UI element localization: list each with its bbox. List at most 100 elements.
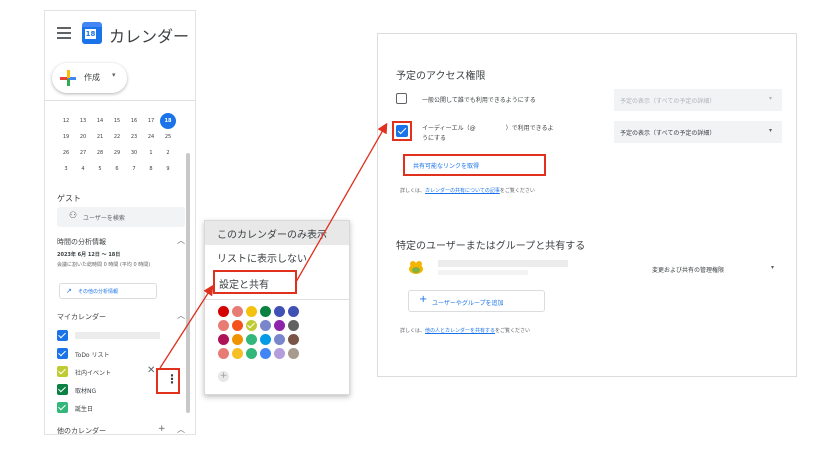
mini-calendar-day[interactable]: 1	[143, 145, 159, 161]
color-row	[218, 306, 318, 319]
mini-calendar-day[interactable]: 20	[75, 129, 91, 145]
people-icon: ⚇	[69, 211, 78, 221]
mini-calendar-day[interactable]: 2	[160, 145, 176, 161]
chevron-up-icon[interactable]: ︿	[177, 235, 185, 246]
color-swatch[interactable]	[274, 306, 285, 317]
other-calendars-title: 他のカレンダー	[57, 427, 106, 435]
color-swatch[interactable]	[260, 348, 271, 359]
mini-calendar-day[interactable]: 16	[126, 113, 142, 129]
mini-calendar-day[interactable]: 6	[109, 161, 125, 177]
get-shareable-link-button[interactable]: 共有可能なリンクを取得	[403, 154, 546, 176]
mini-calendar-day[interactable]: 4	[75, 161, 91, 177]
checkbox[interactable]	[57, 366, 68, 377]
color-swatch[interactable]	[260, 306, 271, 317]
mini-calendar-day[interactable]: 8	[143, 161, 159, 177]
public-checkbox[interactable]	[396, 93, 407, 104]
color-swatch[interactable]	[246, 348, 257, 359]
share-help-link[interactable]: 他の人とカレンダーを共有する	[425, 328, 495, 334]
menu-item-settings-and-sharing[interactable]: 設定と共有	[213, 270, 297, 294]
add-calendar-icon[interactable]: +	[158, 424, 166, 434]
mini-calendar-day[interactable]: 14	[92, 113, 108, 129]
color-swatch[interactable]	[232, 306, 243, 317]
mini-calendar-day[interactable]: 5	[92, 161, 108, 177]
add-people-button[interactable]: + ユーザーやグループを追加	[408, 290, 545, 312]
mini-calendar-day[interactable]: 9	[160, 161, 176, 177]
color-swatch[interactable]	[218, 348, 229, 359]
org-permission-dropdown[interactable]: 予定の表示（すべての予定の詳細） ▾	[614, 121, 782, 143]
color-swatch[interactable]	[260, 334, 271, 345]
color-swatch[interactable]	[260, 320, 271, 331]
add-people-label: ユーザーやグループを追加	[432, 300, 504, 307]
chevron-down-icon: ▾	[769, 95, 773, 102]
color-swatch[interactable]	[274, 320, 285, 331]
mini-calendar-day[interactable]: 17	[143, 113, 159, 129]
color-swatch[interactable]	[232, 320, 243, 331]
create-label: 作成	[84, 73, 100, 82]
org-access-row: イーディーエル（@ ）で利用できるよ うにする 予定の表示（すべての予定の詳細） …	[392, 119, 786, 147]
trend-icon: ↗	[66, 287, 72, 295]
color-swatch[interactable]	[246, 334, 257, 345]
mini-calendar-day[interactable]: 26	[58, 145, 74, 161]
mini-calendar-day[interactable]: 21	[92, 129, 108, 145]
checkbox[interactable]	[57, 330, 68, 341]
color-swatch[interactable]	[288, 348, 299, 359]
user-search-input[interactable]: ⚇ ユーザーを検索	[57, 207, 185, 227]
sharing-article-link[interactable]: カレンダーの共有についての記事	[425, 188, 500, 194]
more-analytics-button[interactable]: ↗ その他の分析情報	[59, 283, 157, 299]
color-swatch[interactable]	[218, 320, 229, 331]
color-swatch[interactable]	[288, 306, 299, 317]
hamburger-menu-icon[interactable]	[57, 27, 71, 39]
color-swatch[interactable]	[288, 334, 299, 345]
checkbox[interactable]	[57, 384, 68, 395]
add-custom-color-icon[interactable]: +	[218, 371, 229, 382]
close-icon[interactable]: ✕	[147, 365, 155, 376]
mini-calendar-day[interactable]: 23	[126, 129, 142, 145]
mini-calendar-day[interactable]: 30	[126, 145, 142, 161]
org-checkbox[interactable]	[396, 125, 408, 137]
chevron-up-icon[interactable]: ︿	[177, 310, 185, 321]
user-permission-dropdown[interactable]: 変更および共有の管理権限 ▾	[616, 258, 784, 280]
mini-calendar-day[interactable]: 3	[58, 161, 74, 177]
mini-calendar-day[interactable]: 13	[75, 113, 91, 129]
calendar-options-button[interactable]: ⋮	[156, 368, 180, 394]
mini-calendar-day[interactable]: 12	[58, 113, 74, 129]
scrollbar[interactable]	[186, 153, 190, 413]
color-swatch[interactable]	[274, 334, 285, 345]
calendar-settings-panel: 予定のアクセス権限 一般公開して誰でも利用できるようにする 予定の表示（すべての…	[377, 33, 797, 377]
calendar-item-todo[interactable]: ToDo リスト	[57, 347, 187, 361]
mini-calendar-day[interactable]: 18	[160, 113, 176, 129]
mini-calendar-day[interactable]: 19	[58, 129, 74, 145]
divider	[45, 100, 195, 101]
chevron-down-icon: ▾	[112, 71, 116, 79]
color-row	[218, 320, 318, 333]
mini-calendar-day[interactable]: 24	[143, 129, 159, 145]
color-swatch[interactable]	[288, 320, 299, 331]
checkbox[interactable]	[57, 402, 68, 413]
menu-item-display-only[interactable]: このカレンダーのみ表示	[205, 221, 349, 245]
mini-calendar-day[interactable]: 22	[109, 129, 125, 145]
color-swatch[interactable]	[246, 306, 257, 317]
dropdown-value: 変更および共有の管理権限	[652, 267, 725, 274]
mini-calendar-day[interactable]: 27	[75, 145, 91, 161]
calendar-item-redacted[interactable]	[57, 329, 187, 343]
checkbox[interactable]	[57, 348, 68, 359]
mini-calendar-day[interactable]: 25	[160, 129, 176, 145]
color-swatch[interactable]	[232, 334, 243, 345]
mini-calendar-day[interactable]: 7	[126, 161, 142, 177]
mini-calendar-day[interactable]: 29	[109, 145, 125, 161]
calendar-item-label: ToDo リスト	[75, 352, 110, 359]
calendar-item-birthdays[interactable]: 誕生日	[57, 401, 187, 415]
mini-calendar: 12 13 14 15 16 17 18 19 20 21 22 23 24 25 26 27 28 29 30 1 2…	[58, 113, 183, 177]
app-title: カレンダー	[109, 27, 190, 46]
color-swatch[interactable]	[246, 320, 257, 331]
color-swatch[interactable]	[274, 348, 285, 359]
menu-item-hide-from-list[interactable]: リストに表示しない	[205, 245, 349, 269]
create-button[interactable]: 作成 ▾	[52, 63, 127, 93]
dropdown-value: 予定の表示（すべての予定の詳細）	[620, 130, 716, 137]
color-swatch[interactable]	[232, 348, 243, 359]
color-swatch[interactable]	[218, 306, 229, 317]
color-swatch[interactable]	[218, 334, 229, 345]
mini-calendar-day[interactable]: 15	[109, 113, 125, 129]
mini-calendar-day[interactable]: 28	[92, 145, 108, 161]
chevron-up-icon[interactable]: ︿	[177, 424, 185, 434]
